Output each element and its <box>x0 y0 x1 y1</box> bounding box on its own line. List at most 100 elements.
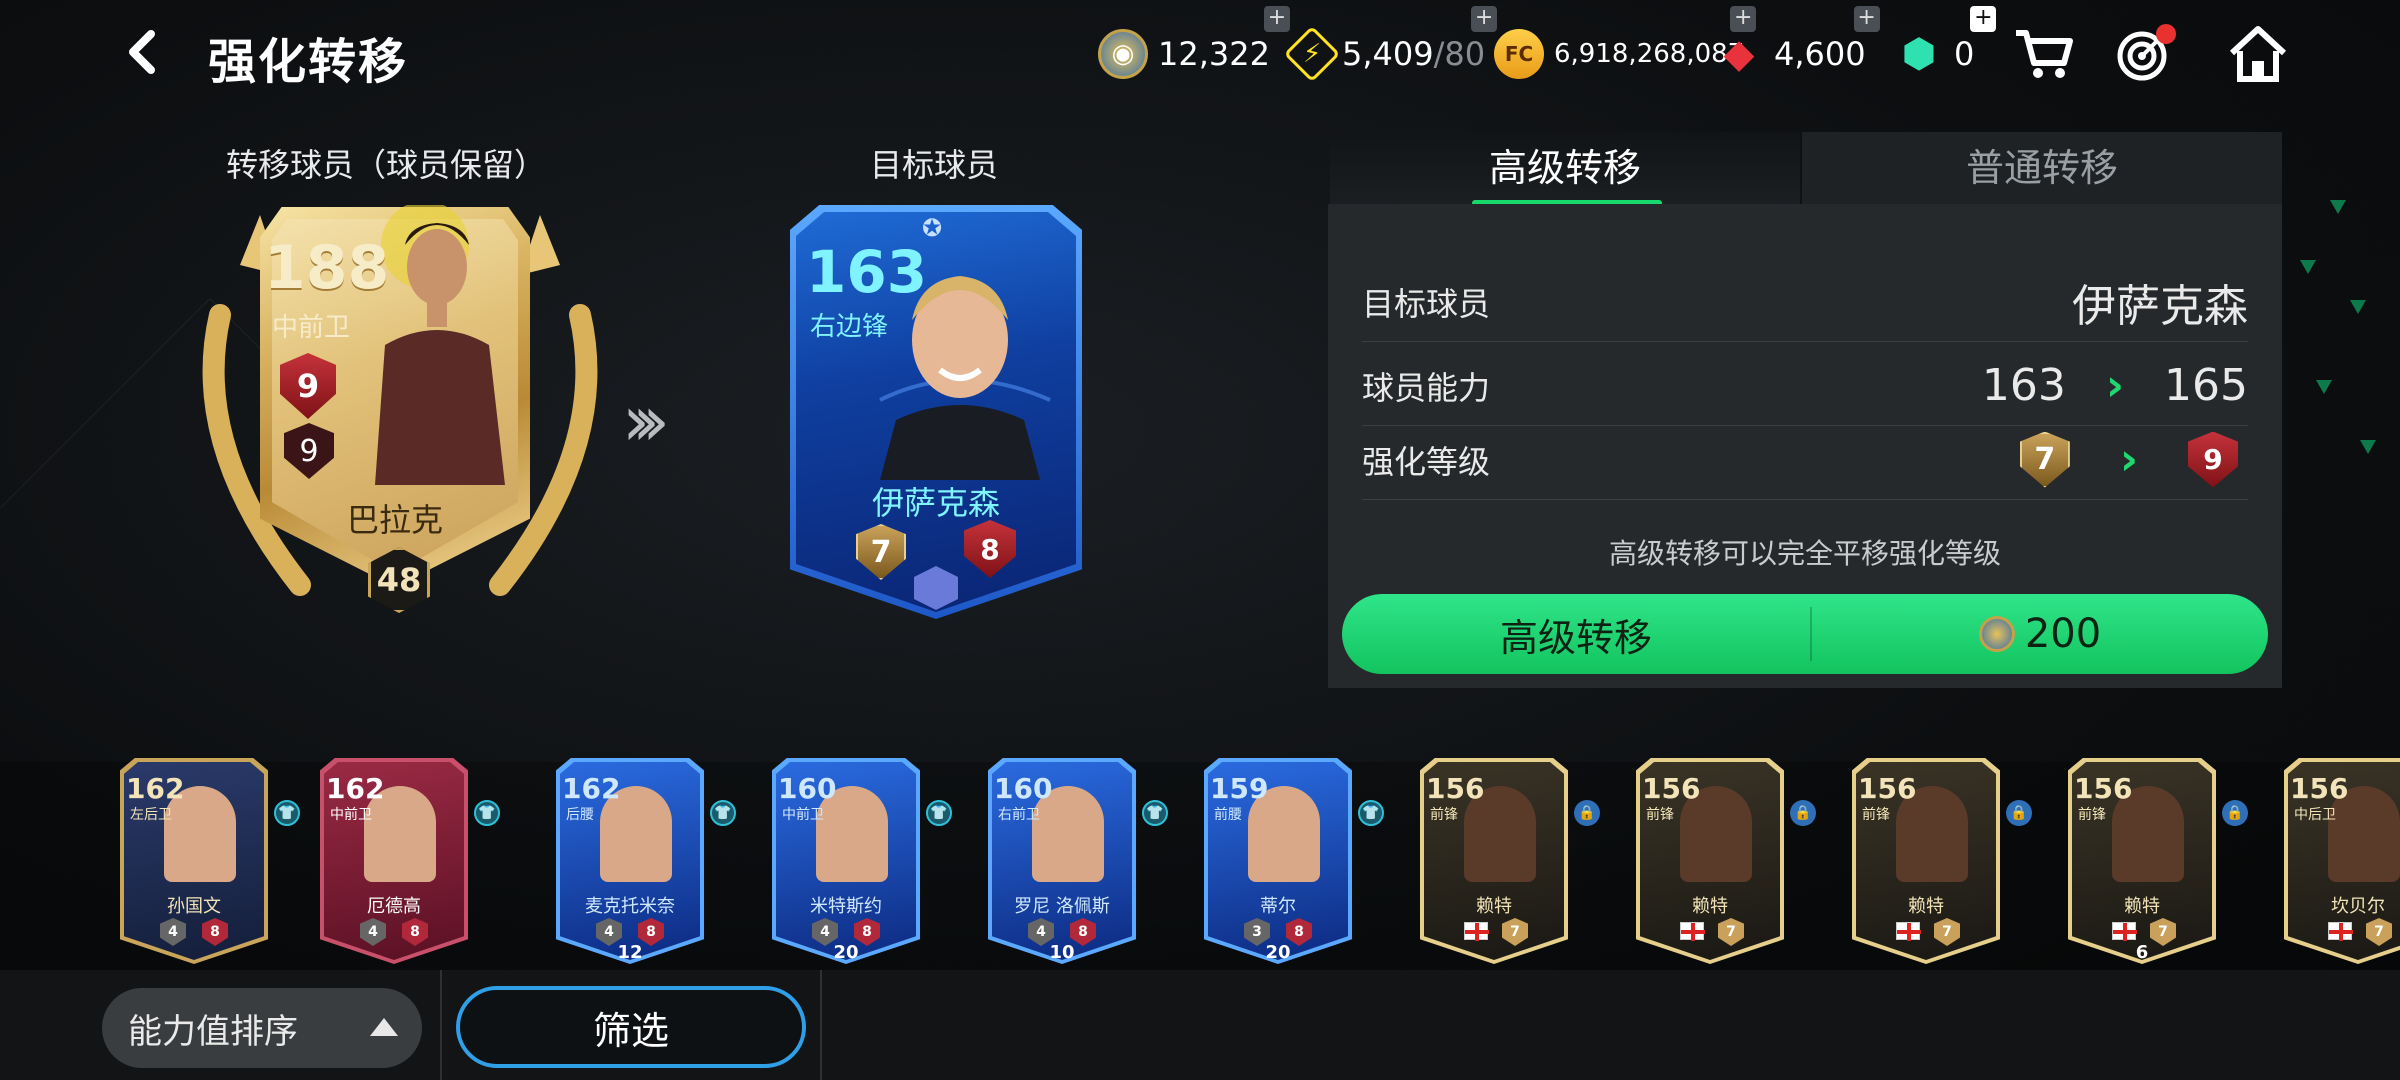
divider <box>440 970 442 1080</box>
player-position: 左后卫 <box>130 807 172 823</box>
fc-points-icon: FC <box>1494 29 1544 79</box>
sort-label: 能力值排序 <box>128 1011 298 1052</box>
home-button[interactable] <box>2226 22 2290 86</box>
target-player-label: 目标球员 <box>870 146 999 184</box>
cart-icon <box>2016 30 2073 78</box>
level-from-badge: 7 <box>2019 431 2070 488</box>
add-green-gems-button[interactable]: + <box>1970 6 1997 32</box>
player-rating: 156 <box>1426 772 1485 805</box>
shop-button[interactable] <box>2012 22 2076 86</box>
player-position: 中前卫 <box>330 807 372 823</box>
player-card[interactable]: 162 左后卫 孙国文 4 8 <box>120 758 268 964</box>
player-name: 巴拉克 <box>346 501 443 539</box>
currency-value: 12,322 <box>1158 35 1270 73</box>
player-name: 赖特 <box>1692 896 1728 917</box>
player-rating: 160 <box>778 772 837 805</box>
source-player-label: 转移球员（球员保留） <box>226 146 547 184</box>
level-change: 7 › 9 <box>2019 431 2248 488</box>
divider <box>820 970 822 1080</box>
card-count: 12 <box>617 942 643 963</box>
row-label: 强化等级 <box>1362 442 1491 481</box>
player-rating: 156 <box>2074 772 2133 805</box>
notification-dot <box>2156 24 2176 44</box>
tab-normal-transfer[interactable]: 普通转移 <box>1802 132 2282 204</box>
target-player-row: 目标球员 伊萨克森 <box>1362 262 2248 342</box>
flag-icon <box>1896 922 1921 941</box>
home-icon <box>2229 26 2287 82</box>
page-title: 强化转移 <box>208 34 409 90</box>
filter-label: 筛选 <box>592 1008 669 1053</box>
transfer-arrow-icon: ››› <box>622 380 670 462</box>
player-name: 米特斯约 <box>810 896 882 917</box>
player-rating: 163 <box>806 238 928 306</box>
player-name: 赖特 <box>2124 896 2160 917</box>
player-name: 麦克托米奈 <box>585 896 675 917</box>
lock-icon: 🔒 <box>1790 800 1816 826</box>
player-name: 蒂尔 <box>1260 896 1296 917</box>
flag-icon <box>2328 922 2353 941</box>
token-coin-icon: ◉ <box>1098 29 1148 79</box>
card-count: 20 <box>1265 942 1291 963</box>
deco-marker <box>2300 260 2316 274</box>
player-position: 后腰 <box>566 807 594 823</box>
missions-button[interactable] <box>2112 22 2176 86</box>
jersey-icon: 👕 <box>1142 800 1168 826</box>
back-button[interactable] <box>112 22 172 82</box>
player-card[interactable]: 156 前锋 赖特 7 <box>1852 758 2000 964</box>
sort-dropdown[interactable]: 能力值排序 <box>102 988 422 1068</box>
add-gems-button[interactable]: + <box>1853 6 1880 32</box>
player-card[interactable]: 159 前腰 蒂尔 3 8 20 <box>1204 758 1352 964</box>
player-rating: 162 <box>126 772 185 805</box>
player-name: 厄德高 <box>367 896 421 917</box>
jersey-icon: 👕 <box>274 800 300 826</box>
deco-marker <box>2316 380 2332 394</box>
tab-advanced-transfer[interactable]: 高级转移 <box>1330 132 1800 204</box>
filter-button[interactable]: 筛选 <box>456 986 806 1068</box>
currency-gems[interactable]: ◆ 4,600 + <box>1714 6 1880 82</box>
player-position: 右前卫 <box>998 807 1040 823</box>
player-rating: 156 <box>1642 772 1701 805</box>
player-card[interactable]: 162 后腰 麦克托米奈 4 8 12 <box>556 758 704 964</box>
transfer-note: 高级转移可以完全平移强化等级 <box>1608 537 2001 570</box>
player-rating: 156 <box>2290 772 2349 805</box>
add-token-button[interactable]: + <box>1263 6 1290 32</box>
player-card[interactable]: 162 中前卫 厄德高 4 8 <box>320 758 468 964</box>
chevron-left-icon <box>129 30 155 74</box>
player-card[interactable]: 156 前锋 赖特 7 6 <box>2068 758 2216 964</box>
player-position: 前锋 <box>1862 807 1890 823</box>
player-name: 坎贝尔 <box>2331 896 2385 917</box>
sort-arrow-icon <box>370 1018 398 1036</box>
top-bar: 强化转移 ◉ 12,322 + ⚡ 5,409/80 + FC 6,918,26… <box>0 0 2400 110</box>
level-to-badge: 9 <box>2188 431 2238 488</box>
player-ability-row: 球员能力 163 › 165 <box>1362 346 2248 426</box>
token-coin-icon <box>1978 616 2015 652</box>
card-count: 20 <box>833 942 859 963</box>
currency-value: 5,409 <box>1342 35 1434 73</box>
player-position: 前腰 <box>1214 807 1242 823</box>
currency-green-gems[interactable]: ⬢ 0 + <box>1894 6 1997 82</box>
jersey-icon: 👕 <box>926 800 952 826</box>
player-name: 罗尼 洛佩斯 <box>1014 896 1110 917</box>
advanced-transfer-button[interactable]: 高级转移 200 <box>1342 594 2268 674</box>
deco-marker <box>2330 200 2346 214</box>
player-card[interactable]: 156 前锋 赖特 7 <box>1420 758 1568 964</box>
row-label: 球员能力 <box>1362 368 1491 407</box>
currency-fc-points[interactable]: FC 6,918,268,087 + <box>1494 6 1757 82</box>
player-card[interactable]: 160 右前卫 罗尼 洛佩斯 4 8 10 <box>988 758 1136 964</box>
card-count: 10 <box>1049 942 1075 963</box>
player-rating: 162 <box>562 772 621 805</box>
green-gem-icon: ⬢ <box>1901 31 1937 77</box>
player-card[interactable]: 156 中后卫 坎贝尔 7 <box>2284 758 2400 964</box>
deco-marker <box>2350 300 2366 314</box>
currency-energy[interactable]: ⚡ 5,409/80 + <box>1283 6 1498 83</box>
player-rating: 159 <box>1210 772 1269 805</box>
currency-value: 4,600 <box>1774 35 1866 73</box>
currency-token[interactable]: ◉ 12,322 + <box>1098 6 1290 82</box>
player-card[interactable]: 160 中前卫 米特斯约 4 8 20 <box>772 758 920 964</box>
player-position: 中前卫 <box>272 313 351 343</box>
source-player-card[interactable]: 188 中前卫 9 9 巴拉克 48 <box>180 195 620 625</box>
enhance-level-row: 强化等级 7 › 9 <box>1362 420 2248 500</box>
currency-value: 0 <box>1954 35 1975 73</box>
player-card[interactable]: 156 前锋 赖特 7 <box>1636 758 1784 964</box>
player-name: 伊萨克森 <box>871 484 1000 522</box>
